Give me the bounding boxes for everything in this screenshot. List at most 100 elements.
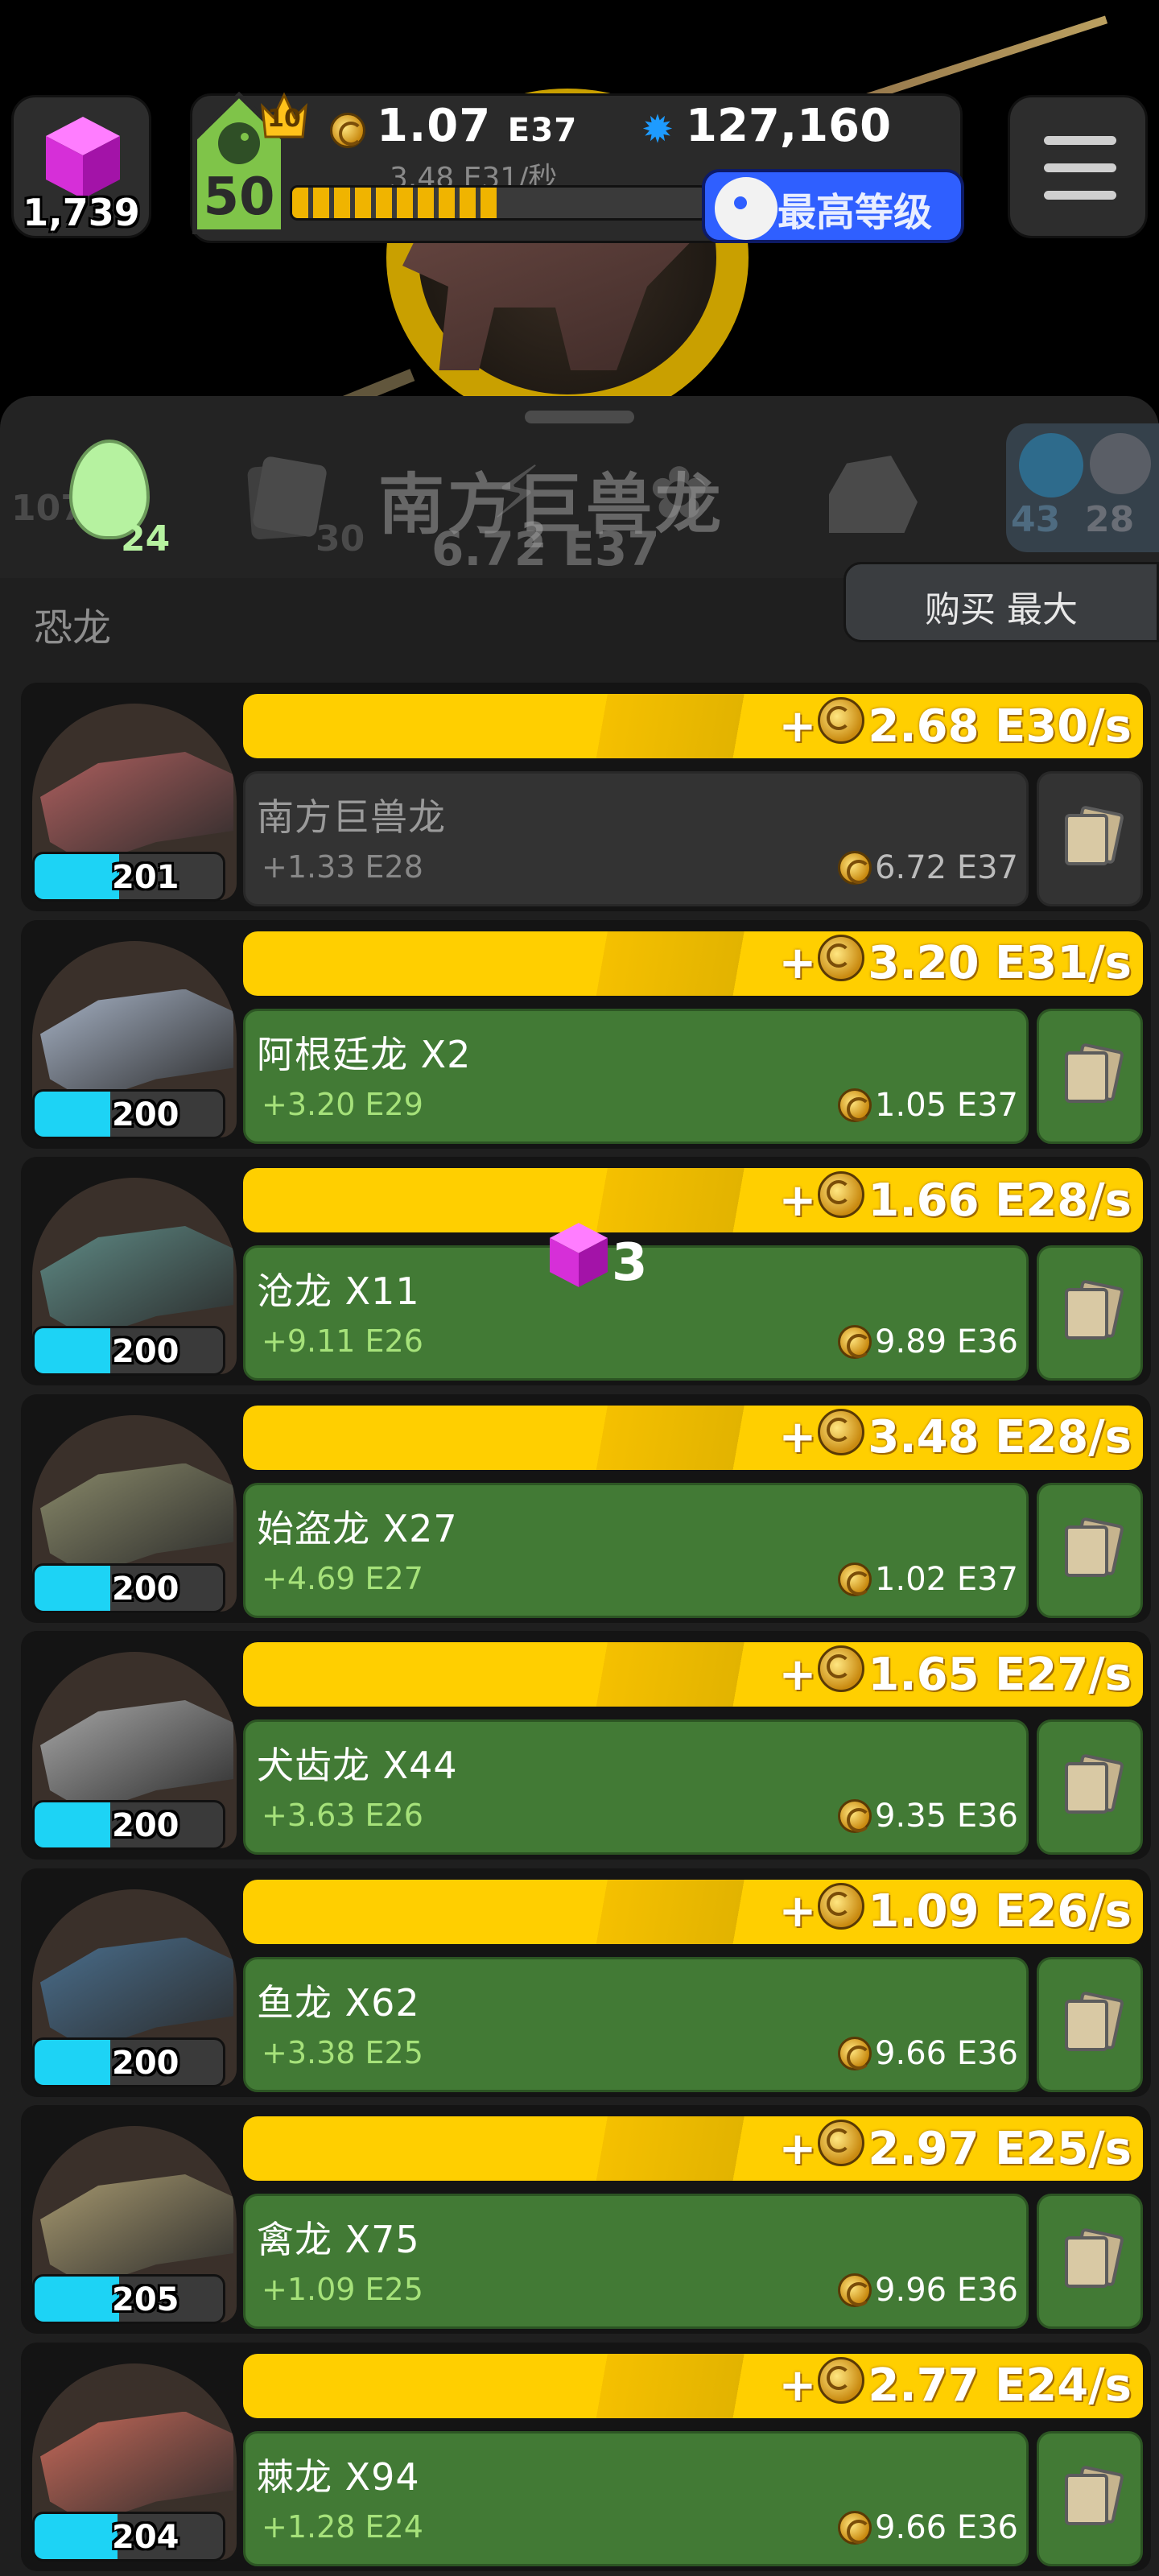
dino-bonus: +1.09 E25 xyxy=(262,2272,423,2307)
dino-name: 南方巨兽龙 xyxy=(257,795,446,839)
income-plus: + xyxy=(778,937,817,989)
income-plus: + xyxy=(778,2122,817,2175)
coin-icon xyxy=(838,2510,872,2545)
iguanodon-head-icon xyxy=(40,2174,233,2287)
coin-icon xyxy=(838,2273,872,2307)
dino-cost: 1.05 E37 xyxy=(838,1087,1018,1124)
income-plus: + xyxy=(778,700,817,753)
dino-bonus: +3.63 E26 xyxy=(262,1798,423,1833)
drag-handle[interactable] xyxy=(525,411,634,423)
dino-buy-button[interactable]: 阿根廷龙 X2 +3.20 E29 1.05 E37 xyxy=(243,1008,1029,1144)
coin-value: 1.07 xyxy=(377,100,492,152)
eoraptor-head-icon xyxy=(40,1463,233,1576)
dino-income-bar: +2.97 E25/s xyxy=(243,2116,1143,2181)
dino-cost: 9.96 E36 xyxy=(838,2272,1018,2309)
dino-level-bar: 204 xyxy=(32,2511,225,2562)
dino-name: 阿根廷龙 X2 xyxy=(257,1032,472,1076)
dino-income: +2.97 E25/s xyxy=(778,2120,1132,2178)
dino-row: 200 +1.65 E27/s 犬齿龙 X44 +3.63 E26 9.35 E36 xyxy=(21,1631,1151,1860)
dino-level-fill xyxy=(35,2513,118,2559)
dino-income: +2.77 E24/s xyxy=(778,2356,1132,2415)
hamburger-icon xyxy=(1044,136,1116,145)
cards-icon-front xyxy=(1065,814,1108,865)
dino-cost-value: 6.72 E37 xyxy=(875,849,1018,886)
hamburger-icon-line xyxy=(1044,191,1116,200)
coin-icon xyxy=(330,113,365,148)
dino-level: 205 xyxy=(112,2281,179,2318)
coin-icon xyxy=(818,1171,865,1218)
dino-income-bar: +3.48 E28/s xyxy=(243,1405,1143,1470)
coin-icon xyxy=(838,2036,872,2070)
buy-max-button[interactable]: 购买 最大 xyxy=(843,562,1159,642)
income-value: 2.68 E30/s xyxy=(868,700,1132,753)
gem-shop-button[interactable]: 1,739 xyxy=(11,95,151,238)
dino-buy-button[interactable]: 始盗龙 X27 +4.69 E27 1.02 E37 xyxy=(243,1482,1029,1618)
dino-row: 201 +2.68 E30/s 南方巨兽龙 +1.33 E28 6.72 E37 xyxy=(21,683,1151,911)
dino-level: 200 xyxy=(112,1807,179,1844)
dino-cards-button[interactable] xyxy=(1037,1956,1143,2092)
tab-planet-a-count: 43 xyxy=(1011,499,1061,540)
player-level: 50 xyxy=(203,167,275,227)
tab-planets[interactable]: 43 28 xyxy=(1006,423,1159,552)
dino-row: 204 +2.77 E24/s 棘龙 X94 +1.28 E24 9.66 E36 xyxy=(21,2342,1151,2571)
dino-income-bar: +2.68 E30/s xyxy=(243,694,1143,758)
dino-cost-value: 1.02 E37 xyxy=(875,1560,1018,1598)
dino-income-bar: +1.66 E28/s xyxy=(243,1168,1143,1232)
floating-gem-icon[interactable] xyxy=(546,1220,612,1290)
dino-cards-button[interactable] xyxy=(1037,2194,1143,2329)
coin-icon xyxy=(818,2120,865,2166)
dino-income-bar: +3.20 E31/s xyxy=(243,931,1143,996)
floating-gem-count: 3 xyxy=(612,1233,648,1293)
dino-buy-button[interactable]: 南方巨兽龙 +1.33 E28 6.72 E37 xyxy=(243,771,1029,906)
income-value: 1.66 E28/s xyxy=(868,1174,1132,1227)
cards-icon-front xyxy=(1065,1762,1108,1814)
dino-cards-button[interactable] xyxy=(1037,771,1143,906)
dino-level-fill xyxy=(35,2277,120,2322)
xp-progress-bar xyxy=(290,185,708,221)
dino-level-fill xyxy=(35,1328,110,1373)
dino-income: +1.65 E27/s xyxy=(778,1645,1132,1703)
unlock-dino-cost: 6.72 E37 xyxy=(431,522,660,576)
dino-income: +1.66 E28/s xyxy=(778,1171,1132,1229)
ichthyosaur-head-icon xyxy=(40,1937,233,2050)
income-value: 2.77 E24/s xyxy=(868,2359,1132,2412)
dino-level: 200 xyxy=(112,1333,179,1370)
menu-button[interactable] xyxy=(1008,95,1148,238)
dino-level-fill xyxy=(35,1802,110,1847)
dino-row: 205 +2.97 E25/s 禽龙 X75 +1.09 E25 9.96 E36 xyxy=(21,2105,1151,2334)
dino-level-fill xyxy=(35,2039,110,2085)
dino-cards-button[interactable] xyxy=(1037,1719,1143,1855)
cards-icon-front xyxy=(1065,1525,1108,1577)
dino-level: 200 xyxy=(112,1096,179,1133)
dino-bonus: +3.20 E29 xyxy=(262,1086,423,1122)
dino-cards-button[interactable] xyxy=(1037,1008,1143,1144)
coin-exponent: E37 xyxy=(507,111,578,149)
dino-income: +1.09 E26/s xyxy=(778,1882,1132,1941)
coin-icon xyxy=(818,1882,865,1930)
max-level-button[interactable]: 最高等级 xyxy=(702,169,964,243)
cards-icon-front xyxy=(1065,2236,1108,2288)
dino-buy-button[interactable]: 禽龙 X75 +1.09 E25 9.96 E36 xyxy=(243,2194,1029,2329)
tab-planet-b-count: 28 xyxy=(1085,499,1135,540)
coin-total: 1.07 E37 xyxy=(377,100,577,152)
dino-skull-icon xyxy=(715,177,777,240)
dino-buy-button[interactable]: 棘龙 X94 +1.28 E24 9.66 E36 xyxy=(243,2430,1029,2566)
dino-buy-button[interactable]: 犬齿龙 X44 +3.63 E26 9.35 E36 xyxy=(243,1719,1029,1855)
dino-name: 棘龙 X94 xyxy=(257,2454,420,2499)
dino-income: +3.48 E28/s xyxy=(778,1408,1132,1467)
dino-name: 鱼龙 X62 xyxy=(257,1980,420,2025)
dino-cards-button[interactable] xyxy=(1037,2430,1143,2566)
dino-cards-button[interactable] xyxy=(1037,1482,1143,1618)
dino-row: 200 +1.09 E26/s 鱼龙 X62 +3.38 E25 9.66 E36 xyxy=(21,1868,1151,2097)
dino-name: 始盗龙 X27 xyxy=(257,1506,458,1550)
coin-icon xyxy=(818,934,865,981)
income-value: 1.09 E26/s xyxy=(868,1885,1132,1938)
dino-cost-value: 9.96 E36 xyxy=(875,2272,1018,2309)
dino-buy-button[interactable]: 鱼龙 X62 +3.38 E25 9.66 E36 xyxy=(243,1956,1029,2092)
dino-income-bar: +2.77 E24/s xyxy=(243,2353,1143,2418)
income-plus: + xyxy=(778,1648,817,1701)
dino-cards-button[interactable] xyxy=(1037,1245,1143,1381)
dino-income-bar: +1.09 E26/s xyxy=(243,1879,1143,1944)
coin-icon xyxy=(818,2356,865,2404)
dino-cost: 9.66 E36 xyxy=(838,2035,1018,2072)
